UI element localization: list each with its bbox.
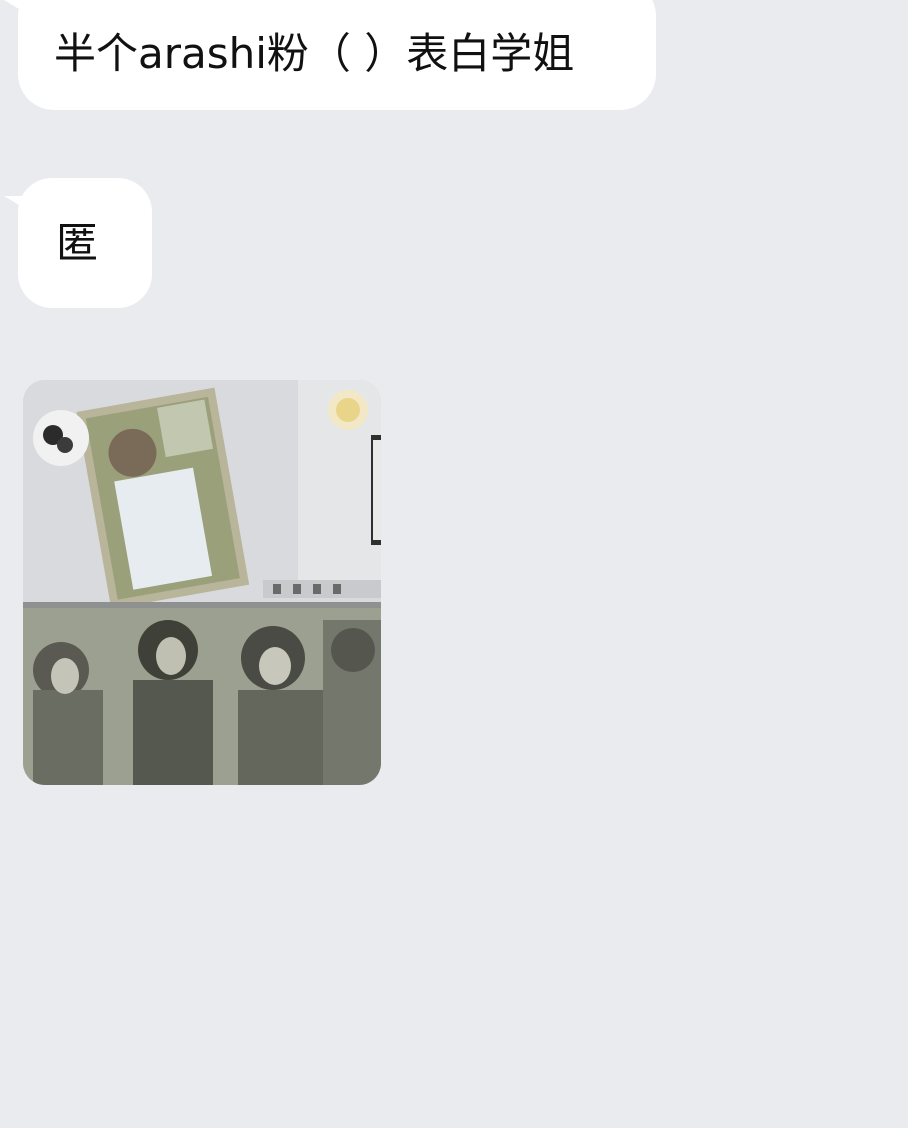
image-message[interactable]	[23, 380, 381, 785]
message-bubble[interactable]: 半个arashi粉（ ）表白学姐	[18, 0, 656, 110]
message-text: 半个arashi粉（ ）表白学姐	[54, 29, 575, 78]
message-bubble[interactable]: 匿	[18, 178, 152, 308]
photo-icon	[23, 380, 381, 785]
message-text: 匿	[56, 218, 99, 267]
